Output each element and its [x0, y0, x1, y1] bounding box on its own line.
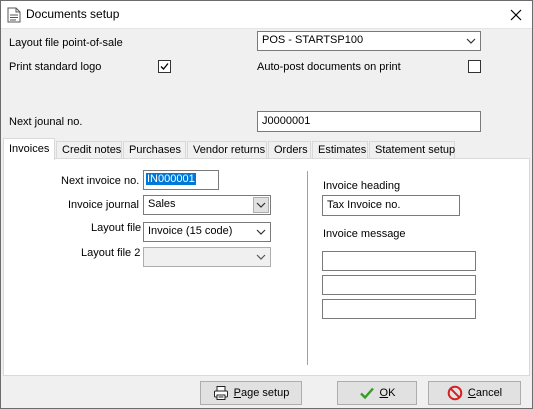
cancel-rest: ancel	[475, 387, 503, 399]
print-logo-label: Print standard logo	[9, 61, 102, 73]
tab-vendor-returns[interactable]: Vendor returns	[187, 141, 267, 159]
tab-credit-notes[interactable]: Credit notes	[56, 141, 122, 159]
layout-file2-select[interactable]	[143, 247, 271, 267]
invoice-message-line-3[interactable]	[322, 299, 476, 319]
autopost-label: Auto-post documents on print	[257, 61, 401, 73]
invoices-panel: Next invoice no. IN000001 Invoice journa…	[3, 158, 530, 376]
invoice-heading-field[interactable]: Tax Invoice no.	[322, 195, 460, 216]
checkmark-icon	[359, 387, 374, 400]
layout-file2-label: Layout file 2	[81, 247, 141, 259]
documents-setup-window: Documents setup Layout file point-of-sal…	[0, 0, 533, 409]
chevron-down-icon	[466, 38, 476, 44]
invoice-heading-value: Tax Invoice no.	[327, 199, 401, 211]
next-journal-label: Next jounal no.	[9, 116, 83, 128]
next-invoice-field[interactable]: IN000001	[143, 170, 219, 190]
next-invoice-label: Next invoice no.	[61, 175, 140, 187]
layout-file-value: Invoice (15 code)	[148, 225, 233, 237]
page-setup-mnemonic: P	[233, 387, 241, 399]
close-icon	[510, 9, 522, 21]
ok-rest: K	[388, 387, 396, 399]
button-bar: Page setup OK Cancel	[1, 377, 532, 408]
panel-divider	[307, 171, 308, 365]
next-journal-field[interactable]: J0000001	[257, 111, 481, 132]
window-title: Documents setup	[26, 7, 120, 21]
chevron-down-icon	[256, 254, 266, 260]
tab-statement-setup[interactable]: Statement setup	[369, 141, 455, 159]
checkmark-icon	[160, 63, 169, 70]
cancel-button[interactable]: Cancel	[428, 381, 521, 405]
tab-estimates[interactable]: Estimates	[312, 141, 368, 159]
chevron-down-icon	[256, 229, 266, 235]
page-setup-rest: age setup	[241, 387, 290, 399]
ok-mnemonic: O	[379, 387, 389, 399]
tab-purchases[interactable]: Purchases	[123, 141, 186, 159]
page-setup-label: Page setup	[234, 387, 290, 399]
layout-file-select[interactable]: Invoice (15 code)	[143, 222, 271, 242]
next-journal-value: J0000001	[262, 115, 311, 127]
invoice-journal-label: Invoice journal	[68, 199, 139, 211]
autopost-checkbox[interactable]	[468, 60, 481, 73]
ok-label: OK	[380, 387, 396, 399]
invoice-message-line-1[interactable]	[322, 251, 476, 271]
invoice-journal-select[interactable]: Sales	[143, 195, 271, 215]
invoice-journal-value: Sales	[148, 198, 176, 210]
title-bar: Documents setup	[1, 1, 532, 29]
close-button[interactable]	[500, 1, 532, 29]
invoice-message-line-2[interactable]	[322, 275, 476, 295]
layout-file-label: Layout file	[91, 222, 142, 234]
invoice-journal-dropdown-button[interactable]	[253, 197, 269, 213]
layout-pos-value: POS - STARTSP100	[262, 34, 364, 46]
tab-orders[interactable]: Orders	[268, 141, 311, 159]
layout-pos-select[interactable]: POS - STARTSP100	[257, 31, 481, 51]
invoice-heading-label: Invoice heading	[323, 180, 401, 192]
cancel-mnemonic: C	[467, 387, 476, 399]
layout-pos-label: Layout file point-of-sale	[9, 37, 123, 49]
tab-invoices[interactable]: Invoices	[3, 138, 55, 160]
cancel-label: Cancel	[468, 387, 502, 399]
next-invoice-value: IN000001	[146, 173, 196, 185]
invoice-message-label: Invoice message	[323, 228, 406, 240]
print-logo-checkbox[interactable]	[158, 60, 171, 73]
ok-button[interactable]: OK	[337, 381, 417, 405]
no-entry-icon	[447, 385, 463, 401]
document-icon	[7, 7, 21, 23]
printer-icon	[213, 386, 228, 400]
chevron-down-icon	[256, 202, 266, 208]
page-setup-button[interactable]: Page setup	[200, 381, 302, 405]
general-settings: Layout file point-of-sale POS - STARTSP1…	[1, 30, 532, 138]
